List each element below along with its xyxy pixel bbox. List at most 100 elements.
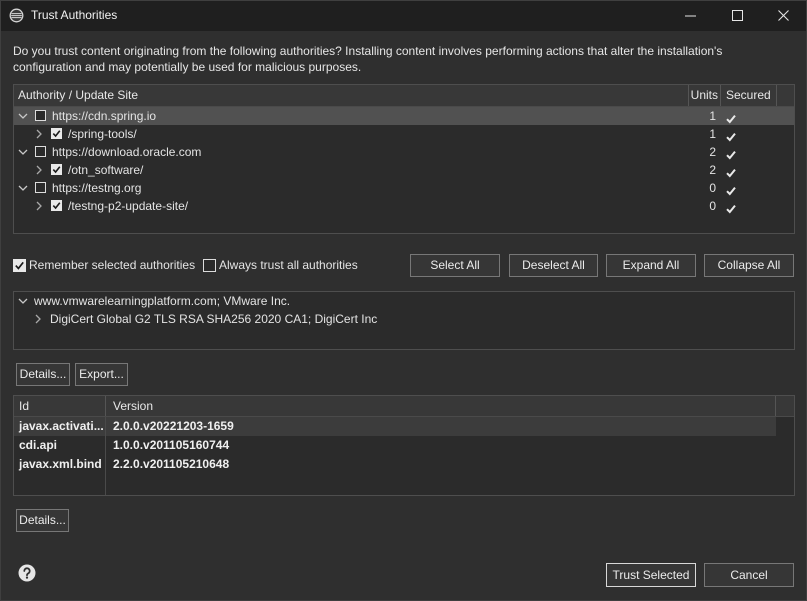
trust-checkbox[interactable] — [35, 146, 46, 157]
secured-cell — [721, 197, 777, 215]
unit-version: 1.0.0.v201105160744 — [113, 438, 230, 452]
column-header-secured[interactable]: Secured — [721, 85, 777, 106]
help-icon[interactable] — [18, 564, 36, 582]
chevron-right-icon[interactable] — [34, 165, 44, 175]
chevron-right-icon[interactable] — [34, 201, 44, 211]
update-site-label: /otn_software/ — [68, 163, 144, 177]
trust-checkbox[interactable] — [51, 128, 62, 139]
trust-selected-button[interactable]: Trust Selected — [606, 563, 696, 587]
authority-label: https://download.oracle.com — [52, 145, 202, 159]
column-header-authority[interactable]: Authority / Update Site — [14, 85, 689, 106]
units-count: 1 — [709, 127, 716, 141]
chevron-right-icon[interactable] — [33, 314, 43, 324]
column-header-filler — [777, 85, 794, 106]
authority-label: https://testng.org — [52, 181, 142, 195]
row-filler — [777, 179, 794, 197]
check-icon — [726, 183, 736, 196]
column-header-id[interactable]: Id — [14, 396, 106, 416]
units-table-header: Id Version — [14, 396, 794, 417]
chevron-down-icon[interactable] — [18, 296, 28, 306]
row-filler — [777, 125, 794, 143]
trust-checkbox[interactable] — [51, 200, 62, 211]
authority-row[interactable]: https://testng.org 0 — [14, 179, 794, 197]
units-count: 1 — [709, 109, 716, 123]
secured-cell — [721, 143, 777, 161]
chevron-down-icon[interactable] — [18, 183, 28, 193]
remember-authorities-label: Remember selected authorities — [29, 258, 196, 272]
column-header-units[interactable]: Units — [689, 85, 721, 106]
export-button[interactable]: Export... — [75, 363, 128, 386]
description: Do you trust content originating from th… — [13, 43, 803, 75]
certificate-details-button[interactable]: Details... — [16, 363, 70, 386]
row-filler — [777, 143, 794, 161]
remember-authorities-checkbox[interactable] — [13, 258, 26, 272]
update-site-label: /testng-p2-update-site/ — [68, 199, 189, 213]
select-all-button[interactable]: Select All — [410, 254, 500, 277]
row-filler — [777, 197, 794, 215]
collapse-all-button[interactable]: Collapse All — [704, 254, 794, 277]
authority-row[interactable]: https://download.oracle.com 2 — [14, 143, 794, 161]
unit-row[interactable]: cdi.api 1.0.0.v201105160744 — [14, 436, 794, 455]
check-icon — [726, 129, 736, 142]
unit-id: cdi.api — [19, 438, 58, 452]
cancel-button[interactable]: Cancel — [704, 563, 794, 587]
site-cell: https://download.oracle.com — [14, 143, 689, 161]
always-trust-checkbox[interactable] — [203, 258, 216, 272]
trust-authorities-dialog: Trust Authorities Do you trust content o… — [0, 0, 807, 601]
eclipse-icon — [9, 8, 24, 23]
chevron-right-icon[interactable] — [34, 129, 44, 139]
trust-checkbox[interactable] — [35, 182, 46, 193]
authority-row[interactable]: https://cdn.spring.io 1 — [14, 107, 794, 125]
secured-cell — [721, 125, 777, 143]
column-header-version[interactable]: Version — [106, 396, 776, 416]
certificate-row[interactable]: www.vmwarelearningplatform.com; VMware I… — [14, 292, 794, 310]
authority-label: https://cdn.spring.io — [52, 109, 157, 123]
certificate-label: www.vmwarelearningplatform.com; VMware I… — [34, 294, 291, 308]
check-icon — [726, 201, 736, 214]
check-icon — [726, 111, 736, 124]
unit-row[interactable]: javax.xml.bind 2.2.0.v201105210648 — [14, 455, 794, 474]
unit-version: 2.2.0.v201105210648 — [113, 457, 230, 471]
unit-row[interactable]: javax.activati... 2.0.0.v20221203-1659 — [14, 417, 794, 436]
site-cell: /testng-p2-update-site/ — [14, 197, 689, 215]
update-site-row[interactable]: /spring-tools/1 — [14, 125, 794, 143]
certificate-label: DigiCert Global G2 TLS RSA SHA256 2020 C… — [50, 312, 378, 326]
minimize-icon — [684, 15, 696, 17]
close-icon — [777, 10, 789, 21]
window-title: Trust Authorities — [31, 8, 118, 22]
authorities-table[interactable]: Authority / Update Site Units Secured ht… — [13, 84, 795, 234]
minimize-button[interactable] — [667, 0, 713, 31]
units-count: 0 — [709, 181, 716, 195]
maximize-button[interactable] — [714, 0, 760, 31]
expand-all-button[interactable]: Expand All — [606, 254, 696, 277]
site-cell: /otn_software/ — [14, 161, 689, 179]
remember-authorities-option[interactable]: Remember selected authorities — [13, 258, 195, 272]
certificate-issuer-row[interactable]: DigiCert Global G2 TLS RSA SHA256 2020 C… — [14, 310, 794, 328]
trust-checkbox[interactable] — [51, 164, 62, 175]
trust-checkbox[interactable] — [35, 110, 46, 121]
update-site-label: /spring-tools/ — [68, 127, 137, 141]
row-filler — [777, 161, 794, 179]
site-cell: https://cdn.spring.io — [14, 107, 689, 125]
unit-id: javax.activati... — [14, 417, 106, 436]
row-filler — [777, 107, 794, 125]
unit-id: javax.xml.bind — [19, 457, 102, 471]
chevron-down-icon[interactable] — [18, 111, 28, 121]
authorities-table-header: Authority / Update Site Units Secured — [14, 85, 794, 107]
chevron-down-icon[interactable] — [18, 147, 28, 157]
column-header-filler — [776, 396, 794, 416]
update-site-row[interactable]: /otn_software/2 — [14, 161, 794, 179]
units-count: 0 — [709, 199, 716, 213]
always-trust-option[interactable]: Always trust all authorities — [203, 258, 358, 272]
units-table[interactable]: Id Version javax.activati... 2.0.0.v20221… — [13, 395, 795, 496]
certificate-tree[interactable]: www.vmwarelearningplatform.com; VMware I… — [13, 291, 795, 350]
units-table-body: javax.activati... 2.0.0.v20221203-1659 cdi… — [14, 417, 794, 495]
unit-version: 2.0.0.v20221203-1659 — [106, 417, 776, 436]
title-bar[interactable]: Trust Authorities — [0, 0, 807, 31]
secured-cell — [721, 161, 777, 179]
deselect-all-button[interactable]: Deselect All — [509, 254, 598, 277]
update-site-row[interactable]: /testng-p2-update-site/0 — [14, 197, 794, 215]
close-button[interactable] — [760, 0, 806, 31]
units-count: 2 — [709, 145, 716, 159]
unit-details-button[interactable]: Details... — [16, 509, 69, 532]
